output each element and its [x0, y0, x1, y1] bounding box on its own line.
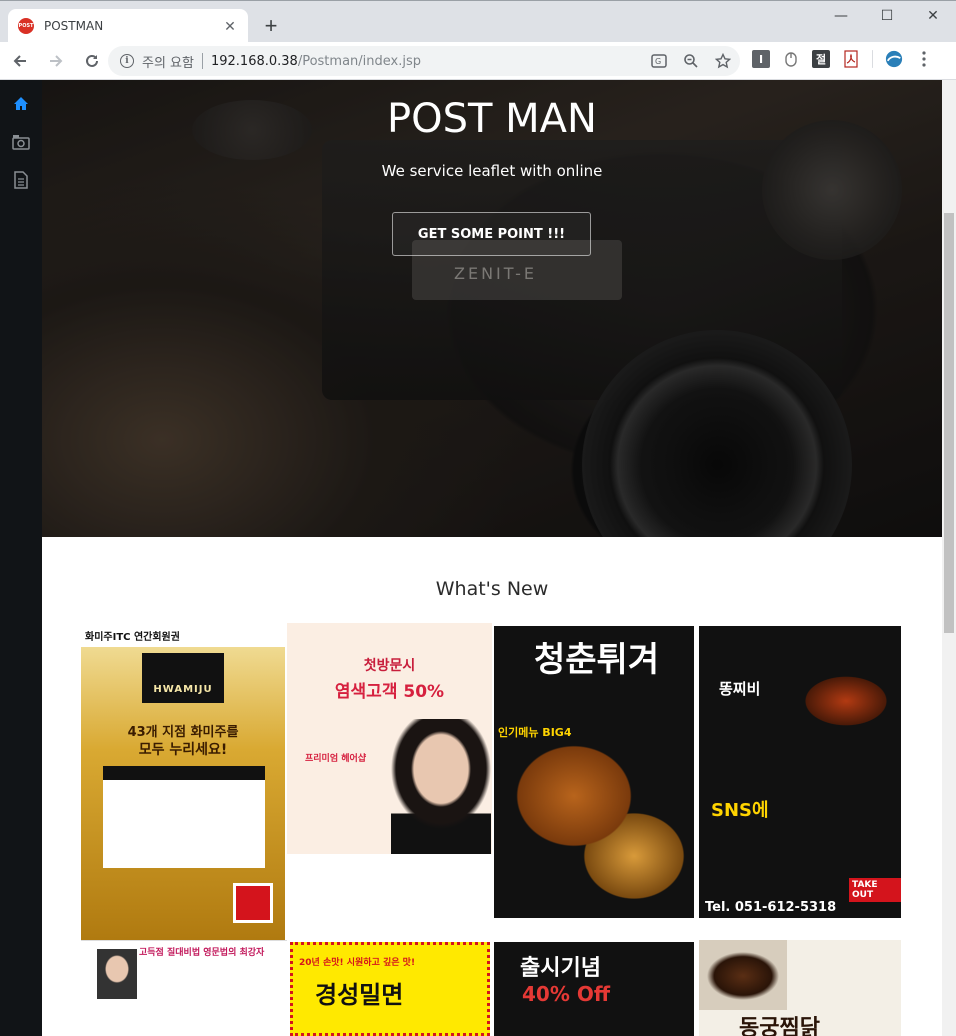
pdf-icon[interactable] — [842, 50, 860, 68]
leaflet-gift-box — [233, 883, 273, 923]
browser-tab[interactable]: POST POSTMAN ✕ — [8, 9, 248, 43]
svg-text:G: G — [655, 57, 661, 66]
leaflet-headline: 출시기념 — [520, 956, 601, 981]
tab-bar: POST POSTMAN ✕ + — ☐ ✕ — [0, 0, 956, 43]
hero-overlay — [42, 80, 942, 537]
leaflet-headline-2: 모두 누리세요! — [138, 742, 228, 758]
sidebar-item-home[interactable] — [0, 85, 42, 123]
reload-icon[interactable] — [76, 45, 108, 77]
scrollbar-thumb[interactable] — [944, 213, 954, 633]
leaflet-gyeongseong-milmyeon[interactable]: 20년 손맛! 시원하고 깊은 맛! 경성밀면 — [290, 942, 490, 1036]
toolbar-divider — [872, 50, 873, 68]
leaflet-phone: Tel. 051-612-5318 — [705, 900, 837, 915]
new-tab-icon[interactable]: + — [258, 13, 284, 39]
address-bar[interactable]: i 주의 요함 192.168.0.38/Postman/index.jsp G — [108, 46, 740, 76]
camera-icon — [12, 135, 30, 150]
page-viewport: ZENIT-E POST MAN We service leaflet with… — [0, 80, 956, 1036]
get-some-point-button[interactable]: GET SOME POINT !!! — [392, 212, 591, 256]
leaflet-food-photo — [791, 656, 901, 746]
leaflet-ddongjjibi[interactable]: 똥찌비 SNS에 TAKE OUT Tel. 051-612-5318 — [699, 626, 901, 918]
leaflet-table-header — [103, 766, 265, 780]
leaflet-english-academy[interactable]: 고득점 질대비법 영문법의 최강자 — [81, 940, 287, 1036]
sidebar-item-documents[interactable] — [0, 161, 42, 199]
leaflet-sns: SNS에 — [711, 800, 769, 821]
leaflet-donggung-jjimdak[interactable]: 동궁찜닭 — [699, 940, 901, 1036]
hero-title: POST MAN — [387, 96, 597, 142]
hero-subtitle: We service leaflet with online — [381, 162, 603, 180]
url-path[interactable]: /Postman/index.jsp — [298, 54, 421, 69]
tab-title: POSTMAN — [44, 19, 104, 33]
browser-menu-icon[interactable] — [915, 50, 933, 68]
window-controls: — ☐ ✕ — [818, 1, 956, 31]
leaflet-headline: 염색고객 50% — [334, 682, 445, 702]
leaflet-dish-photo — [699, 940, 787, 1010]
extension-korean-icon[interactable]: 절 — [812, 50, 830, 68]
leaflet-table — [103, 766, 265, 868]
leaflet-headline: 43개 지점 화미주를 — [127, 725, 239, 740]
leaflet-teacher-photo — [97, 949, 137, 999]
leaflet-chicken[interactable]: 청춘튀겨 인기메뉴 BIG4 — [494, 626, 694, 918]
url-host[interactable]: 192.168.0.38 — [211, 54, 298, 69]
page-scrollbar[interactable] — [942, 80, 956, 1036]
leaflet-takeout: TAKE OUT — [849, 878, 901, 902]
sidebar — [0, 80, 42, 1036]
forward-icon[interactable] — [40, 45, 72, 77]
leaflet-headline: 청춘튀겨 — [534, 640, 660, 680]
omnibox-divider — [201, 53, 203, 69]
security-label[interactable]: 주의 요함 — [142, 52, 194, 71]
info-icon[interactable]: i — [120, 54, 134, 68]
tab-close-icon[interactable]: ✕ — [222, 18, 238, 35]
close-window-icon[interactable]: ✕ — [910, 1, 956, 31]
home-icon — [14, 97, 28, 110]
leaflet-launch-sale[interactable]: 출시기념 40% Off — [494, 942, 694, 1036]
leaflet-sub: 40% Off — [522, 982, 611, 1006]
bookmark-star-icon[interactable] — [714, 52, 732, 70]
translate-icon[interactable]: G — [650, 52, 668, 70]
leaflet-brand: HWAMIJU — [142, 653, 224, 703]
leaflet-headline: 경성밀면 — [315, 981, 404, 1009]
leaflet-hair-salon[interactable]: 첫방문시 염색고객 50% 프리미엄 헤어샵 — [287, 623, 492, 854]
extension-i-icon[interactable]: I — [752, 50, 770, 68]
leaflet-model-photo — [391, 719, 491, 854]
browser-toolbar: i 주의 요함 192.168.0.38/Postman/index.jsp G… — [0, 42, 956, 80]
leaflet-headline: 동궁찜닭 — [739, 1015, 820, 1036]
zoom-icon[interactable] — [682, 52, 700, 70]
mouse-gesture-icon[interactable] — [782, 50, 800, 68]
leaflet-header: 첫방문시 — [363, 658, 416, 674]
minimize-icon[interactable]: — — [818, 1, 864, 31]
profile-avatar-icon[interactable] — [885, 50, 903, 68]
leaflet-headline: 고득점 질대비법 영문법의 최강자 — [139, 948, 265, 958]
postman-favicon-icon: POST — [18, 18, 34, 34]
leaflet-hwamiju[interactable]: 화미주ITC 연간회원권 HWAMIJU 43개 지점 화미주를 모두 누리세요… — [81, 623, 285, 940]
back-icon[interactable] — [4, 45, 36, 77]
sidebar-item-gallery[interactable] — [0, 123, 42, 161]
leaflet-headline: 똥찌비 — [719, 680, 761, 698]
whats-new-title: What's New — [435, 578, 549, 600]
leaflet-badge: 인기메뉴 BIG4 — [498, 726, 572, 739]
maximize-icon[interactable]: ☐ — [864, 1, 910, 31]
document-icon — [14, 171, 28, 189]
hero-banner: ZENIT-E POST MAN We service leaflet with… — [42, 80, 942, 537]
leaflet-sub: 프리미엄 헤어샵 — [305, 754, 367, 764]
leaflet-tag: 20년 손맛! 시원하고 깊은 맛! — [299, 958, 416, 968]
leaflet-header: 화미주ITC 연간회원권 — [81, 623, 285, 647]
